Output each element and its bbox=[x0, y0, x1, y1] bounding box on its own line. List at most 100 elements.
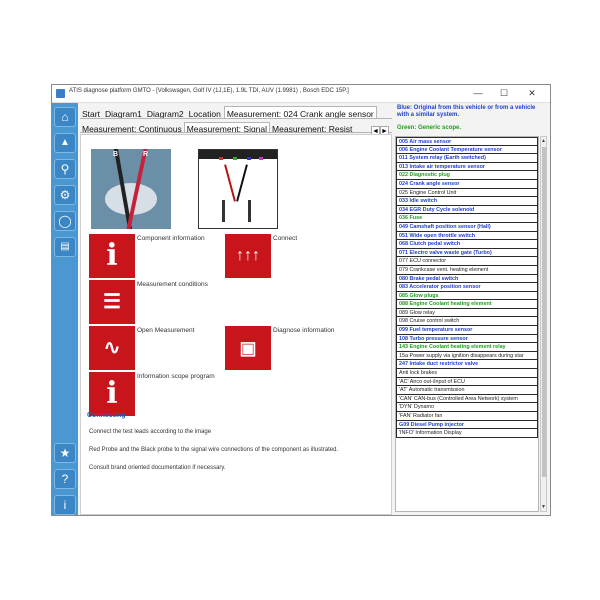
list-item[interactable]: 'INFO' Information Display bbox=[396, 429, 538, 438]
probe-photo: B R bbox=[91, 149, 171, 229]
maximize-button[interactable]: ☐ bbox=[494, 86, 514, 101]
connect-button[interactable]: ↑↑↑ bbox=[225, 234, 271, 278]
app-logo-icon bbox=[56, 89, 65, 98]
list-item[interactable]: 005 Air mass sensor bbox=[396, 137, 538, 146]
tab-bar-primary: Start Diagram1 Diagram2 Location Measurement… bbox=[80, 104, 392, 119]
info-line: Red Probe and the Black probe to the sig… bbox=[89, 447, 339, 453]
open-measurement-label: Open Measurement bbox=[137, 327, 195, 334]
tab-diagram1[interactable]: Diagram1 bbox=[103, 107, 144, 118]
list-scrollbar[interactable]: ▲ ▼ bbox=[540, 136, 547, 512]
measurement-conditions-label: Measurement conditions bbox=[137, 281, 208, 288]
list-item[interactable]: 098 Cruise control switch bbox=[396, 317, 538, 327]
connector-diagram bbox=[198, 149, 278, 229]
car-icon[interactable]: ▲ bbox=[54, 133, 76, 153]
list-item[interactable]: 033 Idle switch bbox=[396, 197, 538, 206]
component-list: 005 Air mass sensor 006 Engine Coolant Te… bbox=[395, 136, 539, 512]
scroll-down-icon[interactable]: ▼ bbox=[541, 503, 546, 511]
list-item[interactable]: 247 Intake duct restrictor valve bbox=[396, 360, 538, 370]
list-item[interactable]: 'DYN' Dynamo bbox=[396, 403, 538, 412]
scroll-up-icon[interactable]: ▲ bbox=[541, 137, 546, 145]
pin-marker bbox=[259, 157, 263, 160]
black-probe-label: B bbox=[113, 151, 119, 158]
list-item[interactable]: 036 Fuse bbox=[396, 214, 538, 223]
diagnose-information-button[interactable]: ▣ bbox=[225, 326, 271, 370]
tab-measurement-resist[interactable]: Measurement: Resist bbox=[270, 123, 354, 132]
component-information-label: Component information bbox=[137, 235, 205, 242]
probe-tip bbox=[222, 200, 225, 222]
list-item[interactable]: 079 Crankcase vent. heating element bbox=[396, 265, 538, 275]
tab-location[interactable]: Location bbox=[187, 107, 223, 118]
list-item[interactable]: 'CAN' CAN-bus (Controlled Area Network) … bbox=[396, 394, 538, 404]
list-item[interactable]: 025 Engine Control Unit bbox=[396, 188, 538, 198]
list-item[interactable]: G09 Diesel Pump injector bbox=[396, 420, 538, 430]
diagnose-information-label: Diagnose information bbox=[273, 327, 335, 334]
open-measurement-button[interactable]: ∿ bbox=[89, 326, 135, 370]
list-item[interactable]: 083 Accelerator position sensor bbox=[396, 283, 538, 292]
list-item[interactable]: 068 Clutch pedal switch bbox=[396, 240, 538, 249]
tab-measurement-continuous[interactable]: Measurement: Continuous bbox=[80, 123, 184, 132]
list-item[interactable]: 049 Camshaft position sensor (Hall) bbox=[396, 222, 538, 232]
help-icon[interactable]: ? bbox=[54, 469, 76, 489]
component-information-button[interactable]: i bbox=[89, 234, 135, 278]
list-item[interactable]: 024 Crank angle sensor bbox=[396, 179, 538, 189]
measurement-content: B R i Component information ↑↑↑ Connect … bbox=[80, 134, 392, 515]
connector-bar bbox=[199, 150, 277, 159]
connecting-title: Connecting bbox=[87, 412, 126, 419]
scroll-thumb[interactable] bbox=[542, 147, 546, 477]
list-item[interactable]: 'AC' Airco out-/input of ECU bbox=[396, 377, 538, 387]
vehicle-list-icon[interactable]: ▤ bbox=[54, 237, 76, 257]
component-list-panel: Blue: Original from this vehicle or from… bbox=[394, 104, 549, 515]
list-item[interactable]: 143 Engine Coolant heating element relay bbox=[396, 343, 538, 352]
black-wire bbox=[236, 164, 248, 202]
list-item[interactable]: 085 Glow plugs bbox=[396, 291, 538, 301]
pin-marker bbox=[247, 157, 251, 160]
list-item[interactable]: 013 Intake air temperature sensor bbox=[396, 162, 538, 172]
connector-plug-icon: ↑↑↑ bbox=[236, 247, 260, 264]
search-icon[interactable]: ⚲ bbox=[54, 159, 76, 179]
list-item[interactable]: 051 Wide open throttle switch bbox=[396, 231, 538, 241]
tab-start[interactable]: Start bbox=[80, 107, 102, 118]
minimize-button[interactable]: — bbox=[468, 86, 488, 101]
legend-green: Green: Generic scope. bbox=[397, 125, 462, 131]
list-item[interactable]: 080 Brake pedal switch bbox=[396, 274, 538, 284]
list-item[interactable]: 108 Turbo pressure sensor bbox=[396, 334, 538, 344]
pin-marker bbox=[219, 157, 223, 160]
close-button[interactable]: ✕ bbox=[522, 86, 542, 101]
probe-tip bbox=[248, 200, 251, 222]
tab-measurement-crank-angle[interactable]: Measurement: 024 Crank angle sensor bbox=[223, 106, 377, 118]
chat-icon[interactable]: ◯ bbox=[54, 211, 76, 231]
list-item[interactable]: 'FAN' Radiator fan bbox=[396, 412, 538, 421]
red-wire bbox=[224, 164, 236, 202]
oscilloscope-icon: ∿ bbox=[103, 337, 121, 359]
list-item[interactable]: 077 ECU connector bbox=[396, 257, 538, 266]
list-item[interactable]: 006 Engine Coolant Temperature sensor bbox=[396, 145, 538, 155]
window-title: ATIS diagnose platform GMTO - [Volkswage… bbox=[69, 88, 349, 94]
star-icon[interactable]: ★ bbox=[54, 443, 76, 463]
legend-blue: Blue: Original from this vehicle or from… bbox=[397, 105, 536, 118]
tab-bar-secondary: Measurement: Continuous Measurement: Sign… bbox=[80, 119, 392, 133]
list-item[interactable]: 'AT' Automatic transmission bbox=[396, 386, 538, 395]
tab-measurement-signal[interactable]: Measurement: Signal bbox=[183, 122, 271, 132]
list-item[interactable]: 071 Electro valve waste gate (Turbo) bbox=[396, 248, 538, 258]
list-item[interactable]: 099 Fuel temperature sensor bbox=[396, 326, 538, 335]
tab-diagram2[interactable]: Diagram2 bbox=[145, 107, 186, 118]
info-line: Consult brand oriented documentation if … bbox=[89, 465, 226, 471]
list-item[interactable]: 011 System relay (Earth switched) bbox=[396, 154, 538, 163]
information-scope-program-button[interactable]: i bbox=[89, 372, 135, 416]
pin-marker bbox=[233, 157, 237, 160]
home-icon[interactable]: ⌂ bbox=[54, 107, 76, 127]
information-icon: i bbox=[106, 376, 118, 411]
monitor-info-icon: ▣ bbox=[239, 338, 257, 358]
red-probe-label: R bbox=[143, 151, 149, 158]
measurement-conditions-button[interactable]: ☰ bbox=[89, 280, 135, 324]
list-item[interactable]: 15a Power supply via ignition disappears… bbox=[396, 351, 538, 361]
list-item[interactable]: 089 Glow relay bbox=[396, 308, 538, 318]
list-item[interactable]: 022 Diagnostic plug bbox=[396, 171, 538, 180]
info-icon[interactable]: i bbox=[54, 495, 76, 515]
gear-icon[interactable]: ⚙ bbox=[54, 185, 76, 205]
list-item[interactable]: 088 Engine Coolant heating element bbox=[396, 300, 538, 309]
list-item[interactable]: 034 EGR Duty Cycle solenoid bbox=[396, 205, 538, 215]
connecting-info-panel: Connecting Connect the test leads accord… bbox=[81, 412, 381, 512]
list-item[interactable]: Anti lock brakes bbox=[396, 369, 538, 378]
left-sidebar: ⌂ ▲ ⚲ ⚙ ◯ ▤ ★ ? i bbox=[52, 103, 78, 515]
